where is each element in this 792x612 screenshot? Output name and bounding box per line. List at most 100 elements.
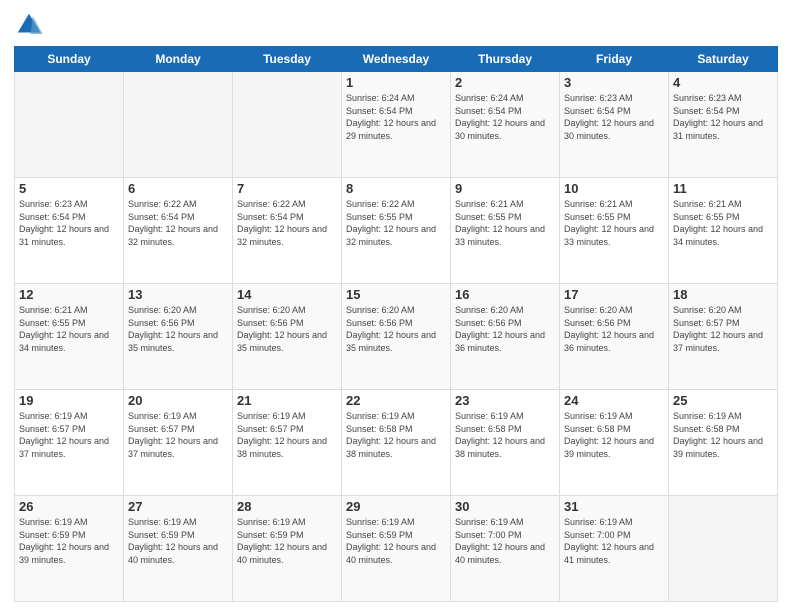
- generalblue-icon: [14, 10, 44, 40]
- day-info: Sunrise: 6:19 AMSunset: 6:58 PMDaylight:…: [564, 410, 664, 460]
- day-number: 20: [128, 393, 228, 408]
- day-info: Sunrise: 6:19 AMSunset: 6:58 PMDaylight:…: [346, 410, 446, 460]
- day-number: 15: [346, 287, 446, 302]
- day-number: 12: [19, 287, 119, 302]
- col-sunday: Sunday: [15, 47, 124, 72]
- day-info: Sunrise: 6:23 AMSunset: 6:54 PMDaylight:…: [564, 92, 664, 142]
- day-number: 17: [564, 287, 664, 302]
- day-info: Sunrise: 6:24 AMSunset: 6:54 PMDaylight:…: [455, 92, 555, 142]
- day-info: Sunrise: 6:20 AMSunset: 6:56 PMDaylight:…: [346, 304, 446, 354]
- day-number: 22: [346, 393, 446, 408]
- calendar-cell: 4 Sunrise: 6:23 AMSunset: 6:54 PMDaylight…: [669, 72, 778, 178]
- day-info: Sunrise: 6:22 AMSunset: 6:54 PMDaylight:…: [237, 198, 337, 248]
- calendar-body: 1 Sunrise: 6:24 AMSunset: 6:54 PMDaylight…: [15, 72, 778, 602]
- day-info: Sunrise: 6:20 AMSunset: 6:56 PMDaylight:…: [564, 304, 664, 354]
- calendar-week-4: 19 Sunrise: 6:19 AMSunset: 6:57 PMDayligh…: [15, 390, 778, 496]
- calendar-cell: [15, 72, 124, 178]
- calendar-cell: 31Sunrise: 6:19 AMSunset: 7:00 PMDayligh…: [560, 496, 669, 602]
- col-friday: Friday: [560, 47, 669, 72]
- day-info: Sunrise: 6:21 AMSunset: 6:55 PMDaylight:…: [564, 198, 664, 248]
- day-info: Sunrise: 6:19 AMSunset: 6:59 PMDaylight:…: [19, 516, 119, 566]
- calendar-cell: 17 Sunrise: 6:20 AMSunset: 6:56 PMDayligh…: [560, 284, 669, 390]
- day-info: Sunrise: 6:20 AMSunset: 6:57 PMDaylight:…: [673, 304, 773, 354]
- day-number: 2: [455, 75, 555, 90]
- calendar-cell: 26 Sunrise: 6:19 AMSunset: 6:59 PMDayligh…: [15, 496, 124, 602]
- day-number: 30: [455, 499, 555, 514]
- day-number: 14: [237, 287, 337, 302]
- day-info: Sunrise: 6:19 AMSunset: 6:59 PMDaylight:…: [346, 516, 446, 566]
- col-monday: Monday: [124, 47, 233, 72]
- header: [14, 10, 778, 40]
- calendar-week-1: 1 Sunrise: 6:24 AMSunset: 6:54 PMDaylight…: [15, 72, 778, 178]
- day-number: 7: [237, 181, 337, 196]
- day-number: 13: [128, 287, 228, 302]
- day-info: Sunrise: 6:22 AMSunset: 6:55 PMDaylight:…: [346, 198, 446, 248]
- calendar-week-3: 12 Sunrise: 6:21 AMSunset: 6:55 PMDayligh…: [15, 284, 778, 390]
- calendar-cell: 3Sunrise: 6:23 AMSunset: 6:54 PMDaylight…: [560, 72, 669, 178]
- day-number: 23: [455, 393, 555, 408]
- calendar-week-2: 5 Sunrise: 6:23 AMSunset: 6:54 PMDaylight…: [15, 178, 778, 284]
- day-number: 10: [564, 181, 664, 196]
- day-number: 26: [19, 499, 119, 514]
- day-info: Sunrise: 6:19 AMSunset: 7:00 PMDaylight:…: [564, 516, 664, 566]
- day-number: 29: [346, 499, 446, 514]
- day-info: Sunrise: 6:23 AMSunset: 6:54 PMDaylight:…: [19, 198, 119, 248]
- day-number: 1: [346, 75, 446, 90]
- calendar-cell: 5 Sunrise: 6:23 AMSunset: 6:54 PMDaylight…: [15, 178, 124, 284]
- day-info: Sunrise: 6:20 AMSunset: 6:56 PMDaylight:…: [237, 304, 337, 354]
- day-info: Sunrise: 6:21 AMSunset: 6:55 PMDaylight:…: [455, 198, 555, 248]
- day-info: Sunrise: 6:19 AMSunset: 6:59 PMDaylight:…: [128, 516, 228, 566]
- calendar-cell: 9 Sunrise: 6:21 AMSunset: 6:55 PMDaylight…: [451, 178, 560, 284]
- day-info: Sunrise: 6:21 AMSunset: 6:55 PMDaylight:…: [673, 198, 773, 248]
- day-number: 21: [237, 393, 337, 408]
- day-number: 28: [237, 499, 337, 514]
- day-info: Sunrise: 6:24 AMSunset: 6:54 PMDaylight:…: [346, 92, 446, 142]
- calendar-cell: 29 Sunrise: 6:19 AMSunset: 6:59 PMDayligh…: [342, 496, 451, 602]
- page: Sunday Monday Tuesday Wednesday Thursday…: [0, 0, 792, 612]
- col-wednesday: Wednesday: [342, 47, 451, 72]
- day-info: Sunrise: 6:19 AMSunset: 6:59 PMDaylight:…: [237, 516, 337, 566]
- day-number: 6: [128, 181, 228, 196]
- day-info: Sunrise: 6:22 AMSunset: 6:54 PMDaylight:…: [128, 198, 228, 248]
- logo: [14, 10, 46, 40]
- calendar-cell: 16 Sunrise: 6:20 AMSunset: 6:56 PMDayligh…: [451, 284, 560, 390]
- col-saturday: Saturday: [669, 47, 778, 72]
- day-number: 16: [455, 287, 555, 302]
- calendar-cell: 19 Sunrise: 6:19 AMSunset: 6:57 PMDayligh…: [15, 390, 124, 496]
- day-info: Sunrise: 6:19 AMSunset: 7:00 PMDaylight:…: [455, 516, 555, 566]
- day-number: 5: [19, 181, 119, 196]
- day-info: Sunrise: 6:19 AMSunset: 6:57 PMDaylight:…: [128, 410, 228, 460]
- calendar-cell: 15 Sunrise: 6:20 AMSunset: 6:56 PMDayligh…: [342, 284, 451, 390]
- day-number: 27: [128, 499, 228, 514]
- day-info: Sunrise: 6:19 AMSunset: 6:57 PMDaylight:…: [19, 410, 119, 460]
- day-number: 18: [673, 287, 773, 302]
- calendar-cell: 22 Sunrise: 6:19 AMSunset: 6:58 PMDayligh…: [342, 390, 451, 496]
- calendar-cell: 6 Sunrise: 6:22 AMSunset: 6:54 PMDaylight…: [124, 178, 233, 284]
- day-number: 9: [455, 181, 555, 196]
- day-info: Sunrise: 6:19 AMSunset: 6:58 PMDaylight:…: [673, 410, 773, 460]
- header-row: Sunday Monday Tuesday Wednesday Thursday…: [15, 47, 778, 72]
- day-number: 19: [19, 393, 119, 408]
- calendar-cell: 27 Sunrise: 6:19 AMSunset: 6:59 PMDayligh…: [124, 496, 233, 602]
- calendar-cell: 1 Sunrise: 6:24 AMSunset: 6:54 PMDaylight…: [342, 72, 451, 178]
- calendar-cell: 2 Sunrise: 6:24 AMSunset: 6:54 PMDaylight…: [451, 72, 560, 178]
- col-tuesday: Tuesday: [233, 47, 342, 72]
- day-info: Sunrise: 6:23 AMSunset: 6:54 PMDaylight:…: [673, 92, 773, 142]
- calendar-cell: 25Sunrise: 6:19 AMSunset: 6:58 PMDayligh…: [669, 390, 778, 496]
- calendar-cell: 12 Sunrise: 6:21 AMSunset: 6:55 PMDayligh…: [15, 284, 124, 390]
- col-thursday: Thursday: [451, 47, 560, 72]
- calendar-cell: 8Sunrise: 6:22 AMSunset: 6:55 PMDaylight…: [342, 178, 451, 284]
- day-number: 11: [673, 181, 773, 196]
- calendar-cell: 28 Sunrise: 6:19 AMSunset: 6:59 PMDayligh…: [233, 496, 342, 602]
- day-info: Sunrise: 6:20 AMSunset: 6:56 PMDaylight:…: [455, 304, 555, 354]
- calendar-cell: 11 Sunrise: 6:21 AMSunset: 6:55 PMDayligh…: [669, 178, 778, 284]
- day-info: Sunrise: 6:19 AMSunset: 6:57 PMDaylight:…: [237, 410, 337, 460]
- calendar-cell: 13Sunrise: 6:20 AMSunset: 6:56 PMDayligh…: [124, 284, 233, 390]
- day-number: 24: [564, 393, 664, 408]
- day-info: Sunrise: 6:21 AMSunset: 6:55 PMDaylight:…: [19, 304, 119, 354]
- calendar-cell: 30 Sunrise: 6:19 AMSunset: 7:00 PMDayligh…: [451, 496, 560, 602]
- calendar-header: Sunday Monday Tuesday Wednesday Thursday…: [15, 47, 778, 72]
- calendar-cell: [233, 72, 342, 178]
- calendar-week-5: 26 Sunrise: 6:19 AMSunset: 6:59 PMDayligh…: [15, 496, 778, 602]
- day-number: 4: [673, 75, 773, 90]
